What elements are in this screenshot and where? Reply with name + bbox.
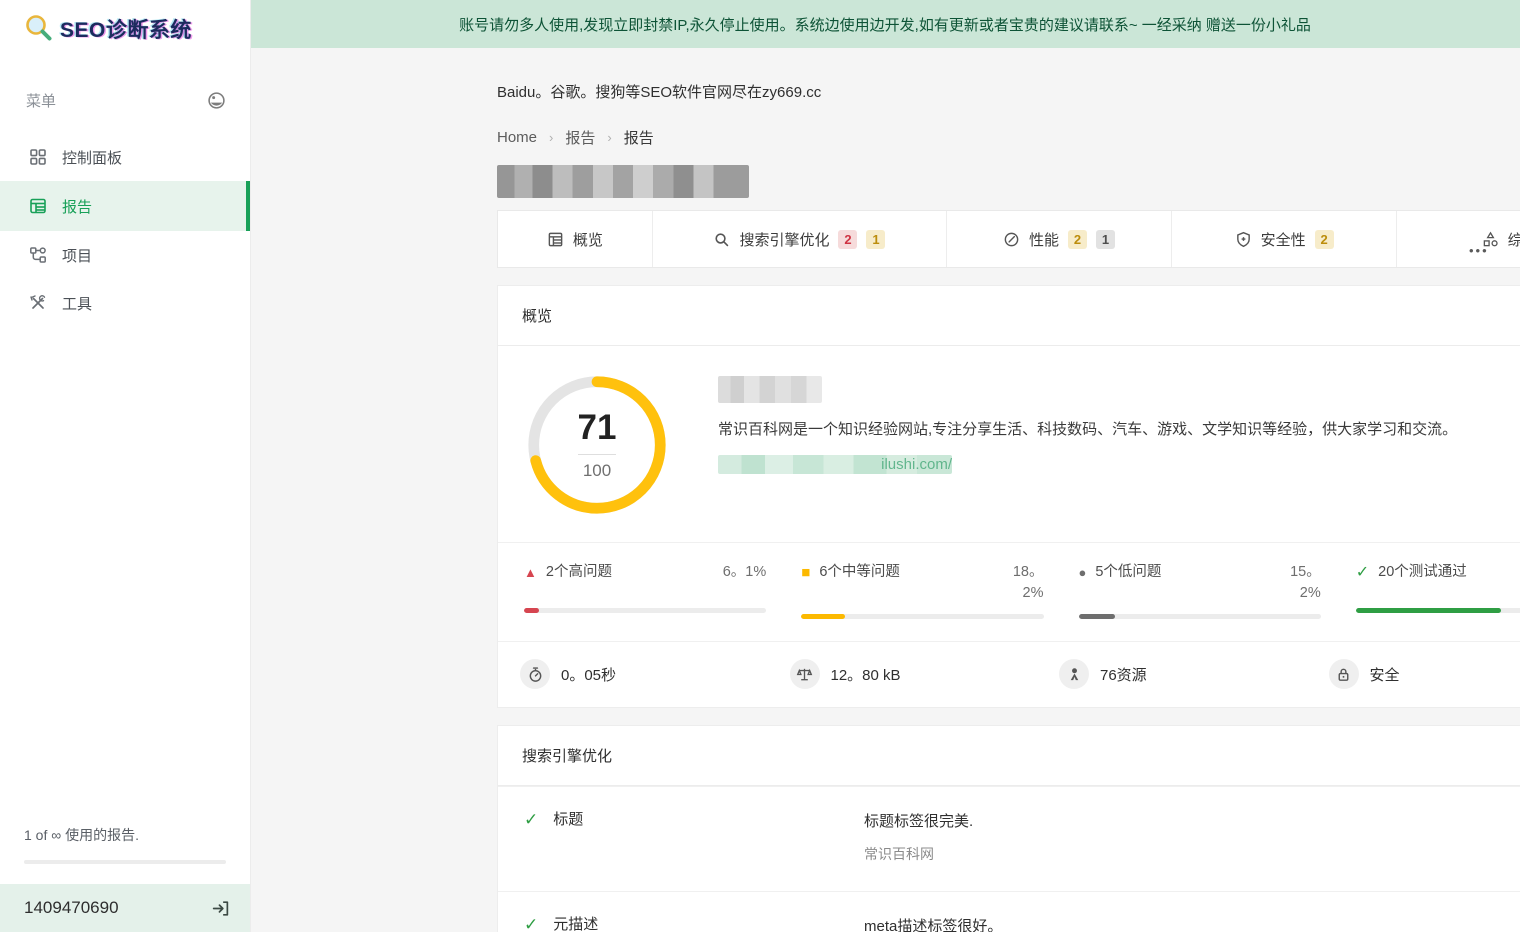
sidebar-item-reports[interactable]: 报告: [0, 181, 250, 231]
sidebar-nav: 控制面板 报告 项目: [0, 133, 250, 327]
redacted-site-title: [497, 165, 749, 198]
announcement-text: 账号请勿多人使用,发现立即封禁IP,永久停止使用。系统边使用边开发,如有更新或者…: [459, 14, 1311, 35]
page-title: Baidu。谷歌。搜狗等SEO软件官网尽在zy669.cc: [497, 81, 1520, 102]
seo-detail: 常识百科网: [864, 844, 1520, 864]
logout-icon[interactable]: [211, 899, 230, 918]
seo-card-title: 搜索引擎优化: [498, 726, 1520, 786]
score-max: 100: [583, 461, 611, 481]
user-row: 1409470690: [0, 884, 250, 932]
score-gauge: 71 100: [524, 372, 670, 518]
stat-bar: [1079, 614, 1115, 619]
usage-progressbar: [24, 860, 226, 864]
theme-toggle-icon[interactable]: [207, 91, 226, 110]
speedometer-icon: [1003, 231, 1020, 248]
url-fragment: ilushi.com/: [881, 456, 952, 473]
check-icon: ✓: [1356, 562, 1369, 583]
performance-warning-badge: 2: [1068, 230, 1087, 249]
metrics-row: 0。05秒 12。80 kB: [498, 641, 1520, 707]
shield-icon: [1235, 231, 1252, 248]
dashboard-icon: [28, 148, 47, 167]
chevron-right-icon: ›: [607, 130, 611, 145]
seo-result: meta描述标签很好。: [864, 915, 1520, 932]
sidebar-item-dashboard[interactable]: 控制面板: [0, 133, 250, 181]
tab-security[interactable]: 安全性 2: [1172, 211, 1398, 267]
redacted-site-name: [718, 376, 822, 403]
medium-issue-icon: ■: [801, 562, 810, 583]
tab-overview[interactable]: 概览: [498, 211, 653, 267]
check-icon: ✓: [524, 810, 538, 830]
high-issue-icon: ▲: [524, 562, 537, 583]
seo-row-title-tag: ✓ 标题 标题标签很完美. 常识百科网: [498, 786, 1520, 891]
scale-icon: [790, 659, 820, 689]
stat-low-issues: ● 5个低问题 15。2%: [1079, 553, 1321, 619]
metric-resources: 76资源: [1059, 659, 1329, 689]
seo-row-meta-description: ✓ 元描述 meta描述标签很好。 常识百科网是一个知识经验网站,专注分享生活、…: [498, 891, 1520, 932]
more-options-button[interactable]: •••: [1463, 239, 1495, 262]
seo-result: 标题标签很完美.: [864, 810, 1520, 831]
performance-info-badge: 1: [1096, 230, 1115, 249]
breadcrumb-reports[interactable]: 报告: [565, 127, 595, 148]
stat-high-issues: ▲ 2个高问题 6。1%: [524, 553, 766, 619]
security-warning-badge: 2: [1315, 230, 1334, 249]
sidebar-item-tools[interactable]: 工具: [0, 279, 250, 327]
search-icon: [713, 231, 730, 248]
low-issue-icon: ●: [1079, 562, 1087, 583]
content-column: Baidu。谷歌。搜狗等SEO软件官网尽在zy669.cc Home › 报告 …: [497, 81, 1520, 932]
announcement-banner: 账号请勿多人使用,发现立即封禁IP,永久停止使用。系统边使用边开发,如有更新或者…: [250, 0, 1520, 48]
menu-label: 菜单: [26, 90, 56, 111]
metric-security: 安全: [1329, 659, 1520, 689]
site-description: 常识百科网是一个知识经验网站,专注分享生活、科技数码、汽车、游戏、文学知识等经验…: [718, 418, 1457, 439]
seo-error-badge: 2: [838, 230, 857, 249]
resources-icon: [1059, 659, 1089, 689]
app-title: SEO诊断系统: [60, 14, 192, 44]
sidebar-item-label: 报告: [62, 196, 92, 217]
sidebar: SEO诊断系统 菜单 控制面板: [0, 0, 250, 932]
usage-text: 1 of ∞ 使用的报告.: [24, 825, 226, 845]
score-value: 71: [578, 409, 617, 448]
tab-seo[interactable]: 搜索引擎优化 2 1: [653, 211, 947, 267]
issue-stats-row: ▲ 2个高问题 6。1% ■ 6个中等问题 18。2%: [498, 542, 1520, 641]
seo-card: 搜索引擎优化 ✓ 标题 标题标签很完美. 常识百科网 ✓ 元描述 meta描述标…: [497, 725, 1520, 932]
check-icon: ✓: [524, 915, 538, 932]
stat-medium-issues: ■ 6个中等问题 18。2%: [801, 553, 1043, 619]
sidebar-item-label: 项目: [62, 245, 92, 266]
breadcrumb: Home › 报告 › 报告: [497, 127, 1520, 148]
main-area: Baidu。谷歌。搜狗等SEO软件官网尽在zy669.cc Home › 报告 …: [250, 48, 1520, 932]
stopwatch-icon: [520, 659, 550, 689]
score-divider: [578, 454, 616, 455]
sidebar-item-label: 控制面板: [62, 147, 122, 168]
metric-load-time: 0。05秒: [520, 659, 790, 689]
metric-page-size: 12。80 kB: [790, 659, 1060, 689]
chevron-right-icon: ›: [549, 130, 553, 145]
lock-icon: [1329, 659, 1359, 689]
stat-bar: [1356, 608, 1501, 613]
tab-performance[interactable]: 性能 2 1: [947, 211, 1172, 267]
overview-card: 概览 71 100 常识百科网是一个知识经验网站,专注分享生活、科技数码: [497, 285, 1520, 708]
breadcrumb-current: 报告: [624, 127, 654, 148]
app-logo[interactable]: SEO诊断系统: [0, 0, 250, 56]
sidebar-item-label: 工具: [62, 293, 92, 314]
stat-bar: [524, 608, 539, 613]
project-flow-icon: [28, 246, 47, 265]
sidebar-item-projects[interactable]: 项目: [0, 231, 250, 279]
tab-misc[interactable]: 综合: [1397, 211, 1520, 267]
overview-icon: [547, 231, 564, 248]
stat-percent: 18。2%: [994, 562, 1044, 604]
report-icon: [28, 197, 47, 216]
report-tabs: 概览 搜索引擎优化 2 1 性能 2 1: [497, 210, 1520, 268]
seo-warning-badge: 1: [866, 230, 885, 249]
user-id: 1409470690: [24, 898, 119, 918]
overview-card-title: 概览: [498, 286, 1520, 346]
stat-bar: [801, 614, 845, 619]
usage-block: 1 of ∞ 使用的报告.: [0, 825, 250, 864]
stat-percent: 6。1%: [716, 562, 766, 583]
redacted-site-url[interactable]: ilushi.com/: [718, 455, 952, 474]
tools-icon: [28, 294, 47, 313]
breadcrumb-home[interactable]: Home: [497, 129, 537, 146]
stat-percent: 15。2%: [1271, 562, 1321, 604]
magnifier-logo-icon: [22, 12, 56, 46]
stat-passed-tests: ✓ 20个测试通过: [1356, 553, 1520, 619]
